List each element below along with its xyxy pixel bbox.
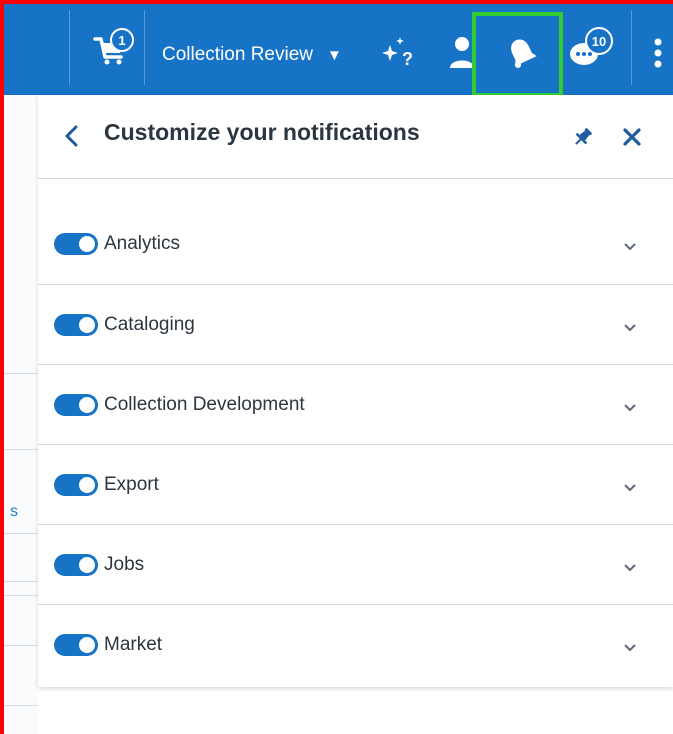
category-row-export[interactable]: Export bbox=[38, 445, 673, 525]
sparkle-question-icon: ? bbox=[382, 37, 413, 69]
cart-count-badge: 1 bbox=[110, 28, 134, 52]
more-vertical-icon bbox=[654, 38, 662, 68]
toggle-switch[interactable] bbox=[54, 634, 98, 656]
collection-label: Collection Review bbox=[162, 44, 314, 65]
toggle-knob bbox=[79, 477, 95, 493]
svg-text:?: ? bbox=[402, 49, 413, 69]
divider bbox=[4, 373, 38, 374]
divider bbox=[4, 581, 38, 582]
chevron-down-icon[interactable] bbox=[622, 322, 638, 334]
category-label: Export bbox=[104, 474, 159, 495]
divider bbox=[144, 10, 145, 85]
toggle-knob bbox=[79, 236, 95, 252]
chevron-down-icon[interactable] bbox=[622, 562, 638, 574]
category-row-jobs[interactable]: Jobs bbox=[38, 525, 673, 605]
chevron-down-icon[interactable] bbox=[622, 642, 638, 654]
more-button[interactable] bbox=[648, 36, 668, 70]
toggle-switch[interactable] bbox=[54, 474, 98, 496]
panel-header: Customize your notifications bbox=[38, 95, 673, 179]
category-label: Jobs bbox=[104, 554, 145, 575]
top-bar: 1 Collection Review ▼ ? 10 bbox=[0, 0, 673, 95]
back-button[interactable] bbox=[60, 124, 84, 148]
divider bbox=[631, 10, 632, 85]
close-icon bbox=[623, 128, 641, 146]
help-button[interactable]: ? bbox=[380, 33, 416, 69]
pin-icon bbox=[575, 127, 593, 145]
chat-count-badge: 10 bbox=[585, 27, 613, 55]
background-text-fragment: s bbox=[10, 503, 18, 520]
toggle-switch[interactable] bbox=[54, 233, 98, 255]
category-row-cataloging[interactable]: Cataloging bbox=[38, 285, 673, 365]
divider bbox=[4, 449, 38, 450]
category-row-market[interactable]: Market bbox=[38, 605, 673, 685]
toggle-knob bbox=[79, 397, 95, 413]
pin-button[interactable] bbox=[572, 126, 594, 148]
background-page: s bbox=[4, 95, 38, 734]
divider bbox=[4, 595, 38, 596]
toggle-switch[interactable] bbox=[54, 314, 98, 336]
notification-settings-panel: Customize your notifications Analytics C… bbox=[38, 95, 673, 687]
category-label: Cataloging bbox=[104, 314, 195, 335]
divider bbox=[4, 533, 38, 534]
category-label: Collection Development bbox=[104, 394, 305, 415]
chevron-down-icon[interactable] bbox=[622, 241, 638, 253]
category-row-collection-development[interactable]: Collection Development bbox=[38, 365, 673, 445]
close-button[interactable] bbox=[621, 126, 643, 148]
chevron-down-icon[interactable] bbox=[622, 482, 638, 494]
category-label: Analytics bbox=[104, 233, 181, 254]
dropdown-arrow-icon: ▼ bbox=[327, 46, 342, 64]
panel-title: Customize your notifications bbox=[104, 119, 420, 145]
toggle-knob bbox=[79, 317, 95, 333]
toggle-switch[interactable] bbox=[54, 394, 98, 416]
chevron-down-icon[interactable] bbox=[622, 402, 638, 414]
toggle-switch[interactable] bbox=[54, 554, 98, 576]
divider bbox=[4, 645, 38, 646]
category-label: Market bbox=[104, 634, 163, 655]
divider bbox=[4, 705, 38, 706]
toggle-knob bbox=[79, 557, 95, 573]
chevron-left-icon bbox=[65, 125, 78, 147]
toggle-knob bbox=[79, 637, 95, 653]
highlight-box bbox=[472, 12, 563, 97]
collection-selector[interactable]: Collection Review ▼ bbox=[162, 40, 342, 70]
divider bbox=[69, 10, 70, 85]
category-row-analytics[interactable]: Analytics bbox=[38, 205, 673, 285]
